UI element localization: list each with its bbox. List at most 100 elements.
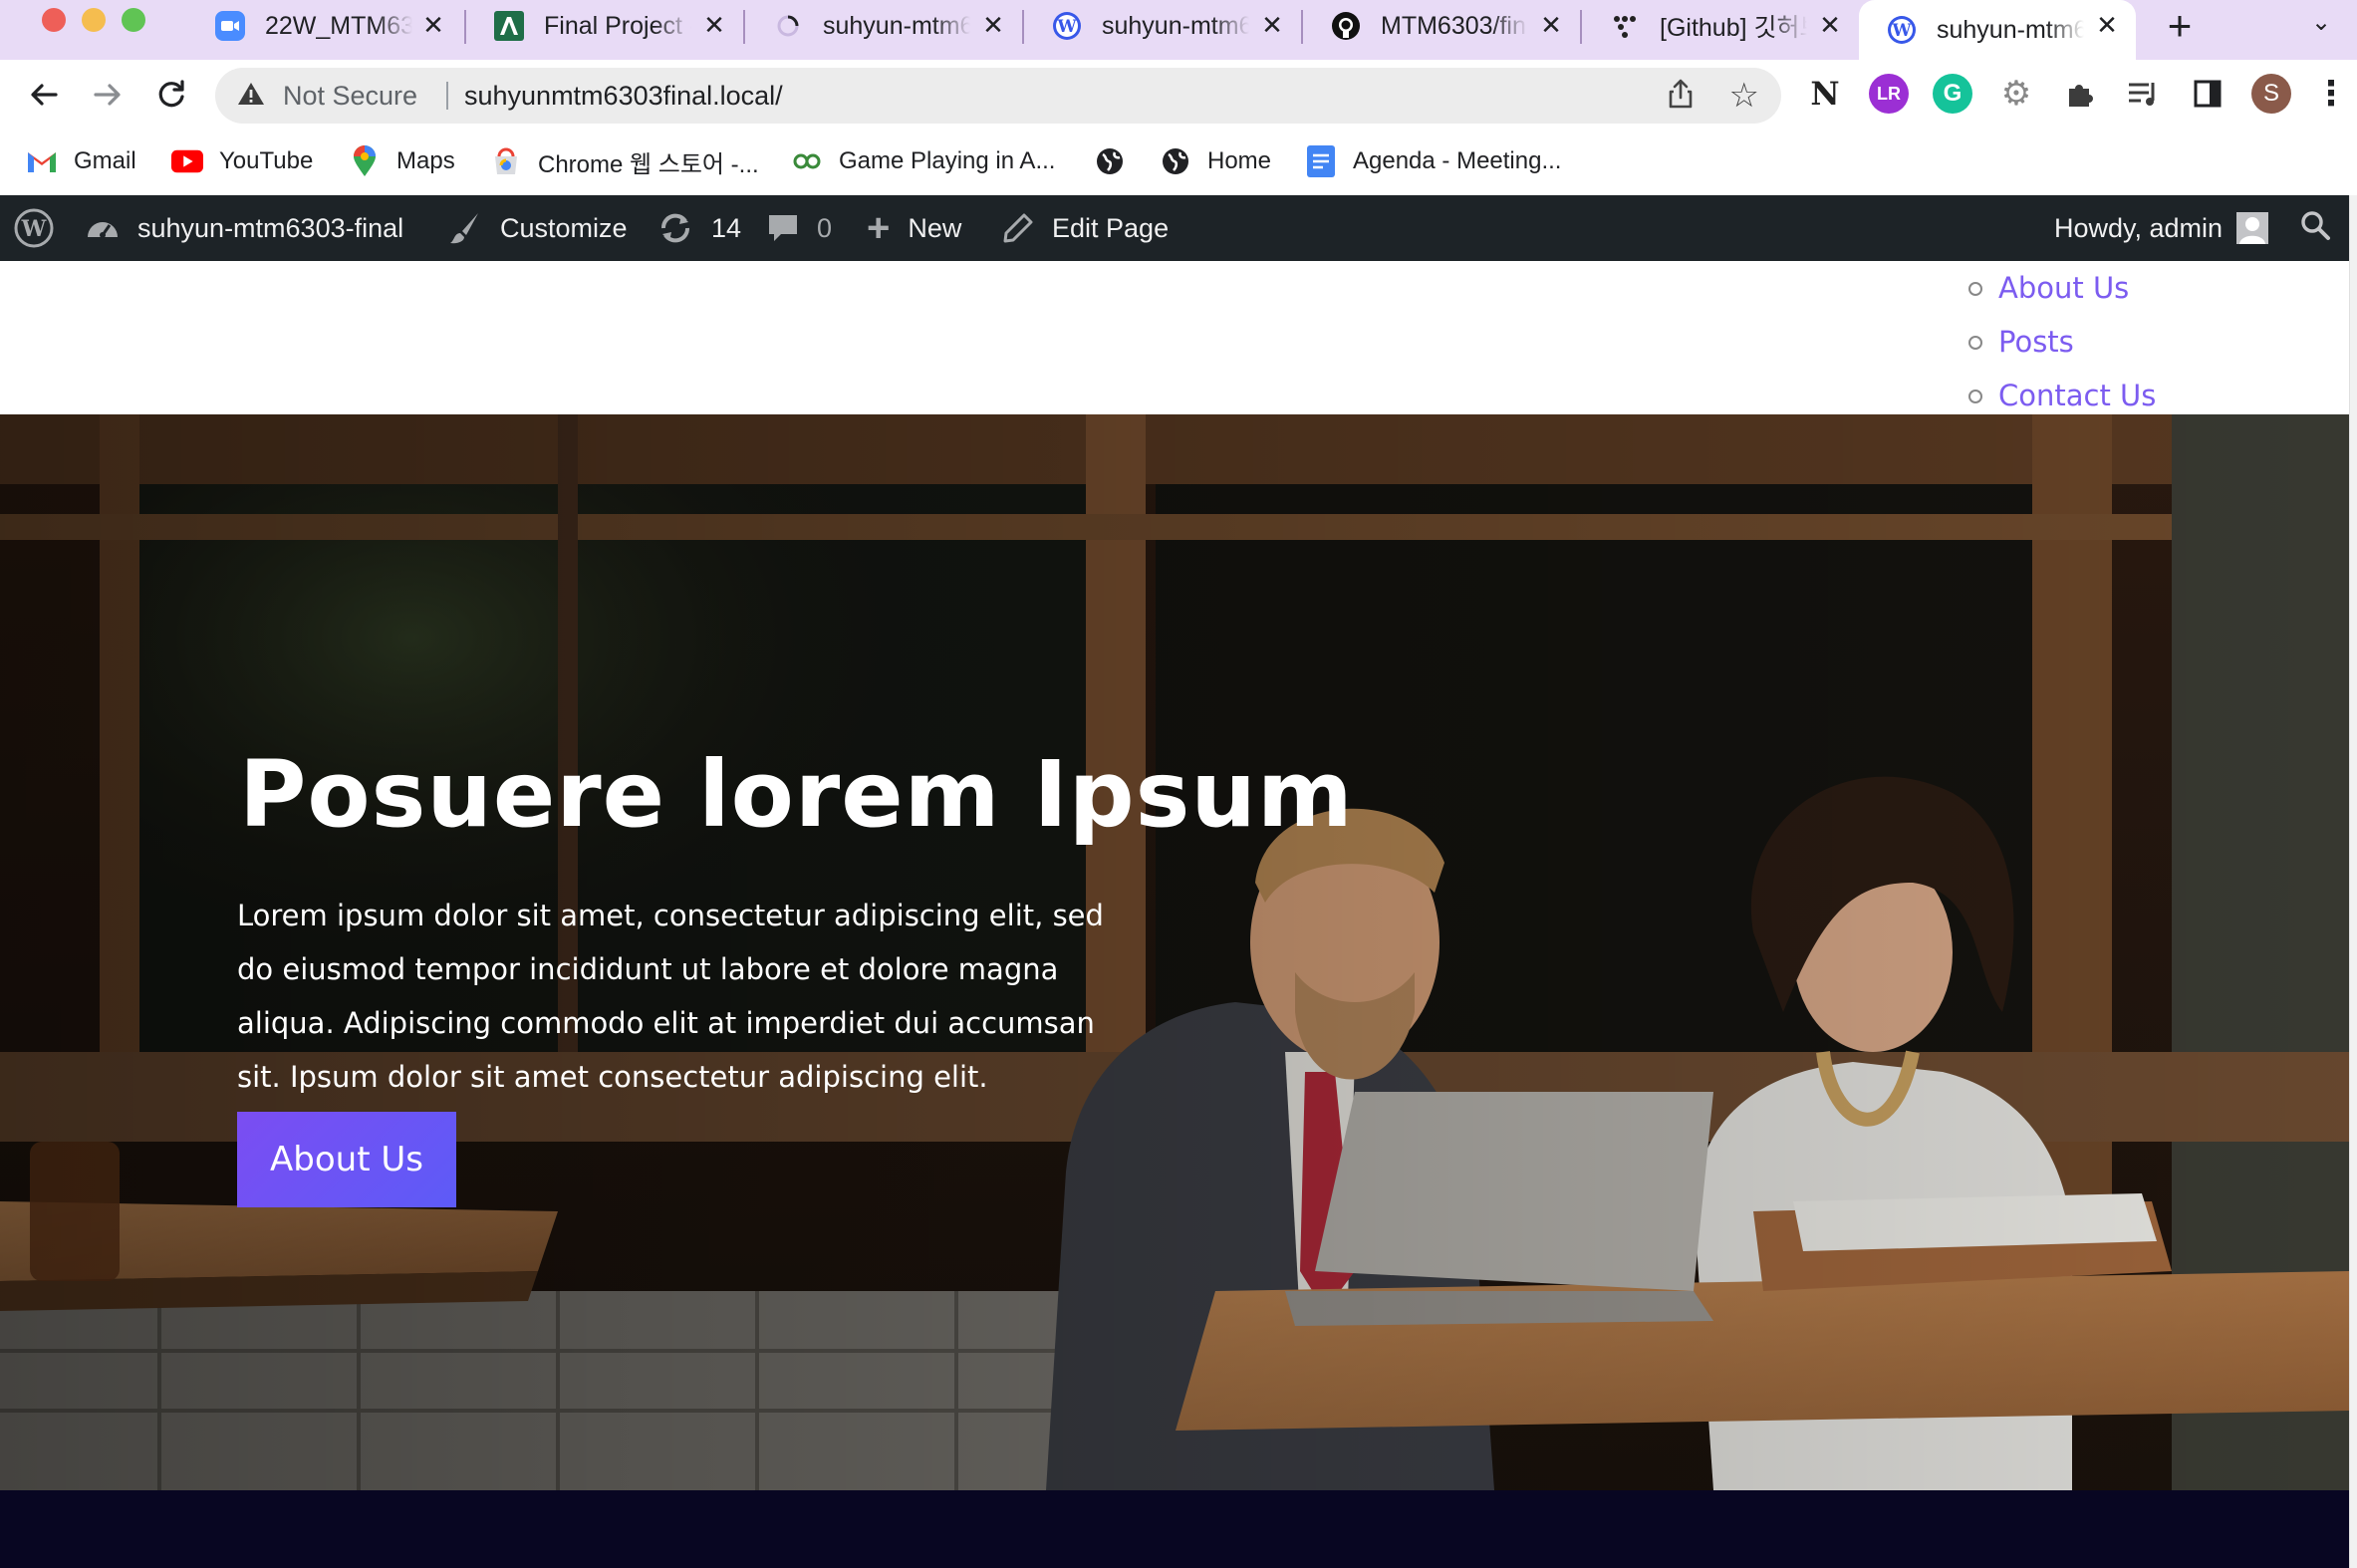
hero-description: Lorem ipsum dolor sit amet, consectetur …	[237, 899, 1104, 1094]
wp-admin-bar: W suhyun-mtm6303-final Customize 14 0 + …	[0, 195, 2349, 261]
github-icon	[1331, 11, 1361, 41]
lr-extension-icon[interactable]: LR	[1869, 74, 1909, 114]
browser-tab[interactable]: suhyun-mtm6 ✕	[745, 0, 1022, 52]
comments-count: 0	[817, 212, 833, 243]
extensions-puzzle-icon[interactable]	[2060, 74, 2100, 114]
user-avatar	[2236, 212, 2269, 244]
maps-icon	[349, 145, 381, 177]
reading-list-icon[interactable]	[2124, 74, 2164, 114]
refresh-icon	[657, 211, 693, 245]
hero-title: Posuere lorem Ipsum	[239, 741, 1354, 848]
close-icon[interactable]: ✕	[2092, 10, 2122, 40]
tab-title: Final Project -	[544, 11, 691, 40]
browser-toolbar: Not Secure suhyunmtm6303final.local/ ☆ N…	[0, 60, 2357, 131]
notion-extension-icon[interactable]: N	[1805, 74, 1845, 114]
bookmark-label: Game Playing in A...	[839, 147, 1056, 174]
page-scrollbar[interactable]	[2349, 195, 2357, 1568]
globe-icon	[1160, 145, 1191, 177]
warning-icon[interactable]	[237, 81, 265, 114]
close-icon[interactable]: ✕	[418, 10, 448, 40]
edit-page-label: Edit Page	[1052, 212, 1170, 243]
nav-link-about-us[interactable]: About Us	[1998, 271, 2129, 305]
site-name-menu[interactable]: suhyun-mtm6303-final	[86, 195, 403, 261]
bookmark-agenda[interactable]: Agenda - Meeting...	[1305, 143, 1561, 179]
edit-page-link[interactable]: Edit Page	[1002, 195, 1169, 261]
admin-search-button[interactable]	[2299, 195, 2331, 261]
loading-icon	[773, 11, 803, 41]
hero-section: Posuere lorem Ipsum Lorem ipsum dolor si…	[0, 414, 2349, 1490]
bookmark-game-playing[interactable]: Game Playing in A...	[791, 143, 1055, 179]
svg-text:W: W	[21, 216, 47, 242]
browser-tab-active[interactable]: W suhyun-mtm6 ✕	[1859, 0, 2136, 60]
bookmark-label: YouTube	[219, 147, 314, 174]
security-label[interactable]: Not Secure	[283, 81, 417, 112]
close-icon[interactable]: ✕	[699, 10, 729, 40]
close-icon[interactable]: ✕	[1815, 10, 1845, 40]
address-bar[interactable]: Not Secure suhyunmtm6303final.local/ ☆	[215, 68, 1781, 124]
bookmark-chrome-webstore[interactable]: Chrome 웹 스토어 -...	[490, 143, 759, 179]
browser-tab[interactable]: Final Project - ✕	[466, 0, 743, 52]
tab-title: MTM6303/fin	[1381, 11, 1526, 40]
new-tab-button[interactable]: +	[2160, 5, 2200, 47]
customize-link[interactable]: Customize	[448, 195, 628, 261]
close-icon[interactable]: ✕	[1536, 10, 1566, 40]
bookmark-label: Agenda - Meeting...	[1353, 147, 1562, 174]
gmail-icon	[26, 145, 58, 177]
tab-title: suhyun-mtm6	[823, 11, 970, 40]
close-icon[interactable]: ✕	[1257, 10, 1287, 40]
svg-text:W: W	[1891, 21, 1912, 41]
tab-title: suhyun-mtm6	[1102, 11, 1249, 40]
close-icon[interactable]: ✕	[978, 10, 1008, 40]
share-icon[interactable]	[1666, 78, 1696, 118]
nav-link-contact-us[interactable]: Contact Us	[1998, 379, 2156, 412]
browser-tab[interactable]: MTM6303/fin ✕	[1303, 0, 1580, 52]
nav-item-about-us: About Us	[1968, 261, 2156, 315]
wordpress-icon: W	[1887, 15, 1917, 45]
new-content-menu[interactable]: + New	[867, 195, 961, 261]
bookmark-star-icon[interactable]: ☆	[1729, 76, 1759, 116]
dashboard-icon	[86, 213, 120, 243]
window-close-button[interactable]	[42, 8, 66, 32]
reload-button[interactable]	[149, 73, 193, 117]
bookmark-maps[interactable]: Maps	[349, 143, 455, 179]
profile-avatar[interactable]: S	[2251, 74, 2291, 114]
window-minimize-button[interactable]	[82, 8, 106, 32]
forward-button[interactable]	[86, 73, 130, 117]
search-icon	[2299, 209, 2331, 248]
wordpress-icon: W	[1052, 11, 1082, 41]
svg-text:W: W	[1056, 17, 1077, 37]
customize-label: Customize	[500, 212, 628, 243]
nav-link-posts[interactable]: Posts	[1998, 325, 2074, 359]
new-label: New	[908, 212, 962, 243]
browser-tab[interactable]: W suhyun-mtm6 ✕	[1024, 0, 1301, 52]
pencil-icon	[1002, 212, 1034, 244]
side-panel-icon[interactable]	[2188, 74, 2227, 114]
plus-icon: +	[867, 205, 891, 250]
updates-link[interactable]: 14	[657, 195, 741, 261]
bookmark-globe[interactable]	[1094, 143, 1142, 179]
browser-tab[interactable]: 22W_MTM63 ✕	[187, 0, 462, 52]
bookmark-home[interactable]: Home	[1160, 143, 1271, 179]
bookmark-label: Gmail	[74, 147, 136, 174]
dots-icon	[1610, 11, 1640, 41]
tab-search-chevron-icon[interactable]: ⌄	[2311, 8, 2331, 37]
about-us-button[interactable]: About Us	[237, 1112, 456, 1207]
browser-tab[interactable]: [Github] 깃허브 ✕	[1582, 0, 1859, 52]
howdy-text: Howdy, admin	[2054, 212, 2224, 243]
acrobat-icon	[494, 11, 524, 41]
brush-icon	[448, 211, 482, 245]
settings-extension-icon[interactable]: ⚙	[1996, 74, 2036, 114]
grammarly-extension-icon[interactable]: G	[1933, 74, 1972, 114]
bookmark-label: Maps	[396, 147, 455, 174]
wp-logo-menu[interactable]: W	[14, 195, 72, 261]
link-icon	[791, 145, 823, 177]
url-text[interactable]: suhyunmtm6303final.local/	[464, 81, 783, 112]
back-button[interactable]	[22, 73, 66, 117]
my-account-menu[interactable]: Howdy, admin	[2054, 195, 2269, 261]
bookmark-youtube[interactable]: YouTube	[171, 143, 313, 179]
bookmark-gmail[interactable]: Gmail	[26, 143, 136, 179]
browser-menu-icon[interactable]: ⋮	[2311, 74, 2351, 114]
window-zoom-button[interactable]	[122, 8, 145, 32]
comments-link[interactable]: 0	[767, 195, 832, 261]
chrome-webstore-icon	[490, 145, 522, 177]
